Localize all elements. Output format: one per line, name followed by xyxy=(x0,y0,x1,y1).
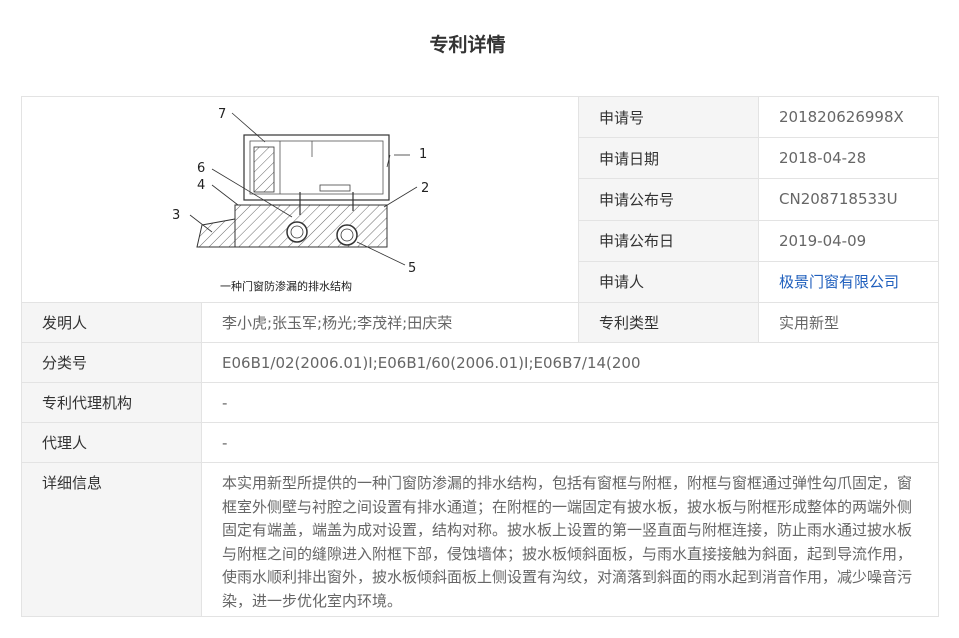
patent-drawing: 7 6 4 3 1 2 5 一种门窗防渗漏的排水结构 xyxy=(172,107,429,293)
agent-value: - xyxy=(201,422,939,463)
applicant-link[interactable]: 极景门窗有限公司 xyxy=(779,273,899,291)
applicant-cell: 极景门窗有限公司 xyxy=(758,260,939,304)
inventor-label: 发明人 xyxy=(21,302,202,343)
application-number-value: 201820626998X xyxy=(758,95,939,139)
agency-value: - xyxy=(201,382,939,423)
callout-2: 2 xyxy=(421,181,429,196)
page-title: 专利详情 xyxy=(429,34,506,56)
drawing-linework xyxy=(189,112,418,266)
agency-label: 专利代理机构 xyxy=(21,382,202,423)
details-label: 详细信息 xyxy=(42,474,103,492)
patent-type-label: 专利类型 xyxy=(578,302,759,343)
callout-4: 4 xyxy=(197,178,205,193)
patent-type-value: 实用新型 xyxy=(758,302,939,343)
patent-figure-cell: 7 6 4 3 1 2 5 一种门窗防渗漏的排水结构 xyxy=(21,96,579,303)
application-date-label: 申请日期 xyxy=(578,137,759,180)
classification-value: E06B1/02(2006.01)I;E06B1/60(2006.01)I;E0… xyxy=(201,342,939,383)
agent-label: 代理人 xyxy=(21,422,202,463)
inventor-value: 李小虎;张玉军;杨光;李茂祥;田庆荣 xyxy=(201,302,579,343)
callout-1: 1 xyxy=(419,147,427,162)
callout-6: 6 xyxy=(197,161,205,176)
details-label-cell: 详细信息 xyxy=(21,462,202,617)
patent-detail-table: 7 6 4 3 1 2 5 一种门窗防渗漏的排水结构 申请号 201820626… xyxy=(21,95,939,617)
figure-caption: 一种门窗防渗漏的排水结构 xyxy=(220,279,352,293)
details-cell: 本实用新型所提供的一种门窗防渗漏的排水结构，包括有窗框与附框，附框与窗框通过弹性… xyxy=(201,462,939,617)
classification-label: 分类号 xyxy=(21,342,202,383)
application-date-value: 2018-04-28 xyxy=(758,137,939,180)
publication-number-label: 申请公布号 xyxy=(578,178,759,221)
publication-number-value: CN208718533U xyxy=(758,178,939,221)
callout-7: 7 xyxy=(218,107,226,122)
callout-5: 5 xyxy=(408,261,416,276)
details-text: 本实用新型所提供的一种门窗防渗漏的排水结构，包括有窗框与附框，附框与窗框通过弹性… xyxy=(222,474,913,610)
callout-3: 3 xyxy=(172,208,180,223)
publication-date-label: 申请公布日 xyxy=(578,219,759,262)
publication-date-value: 2019-04-09 xyxy=(758,219,939,262)
applicant-label: 申请人 xyxy=(578,260,759,304)
application-number-label: 申请号 xyxy=(578,95,759,139)
